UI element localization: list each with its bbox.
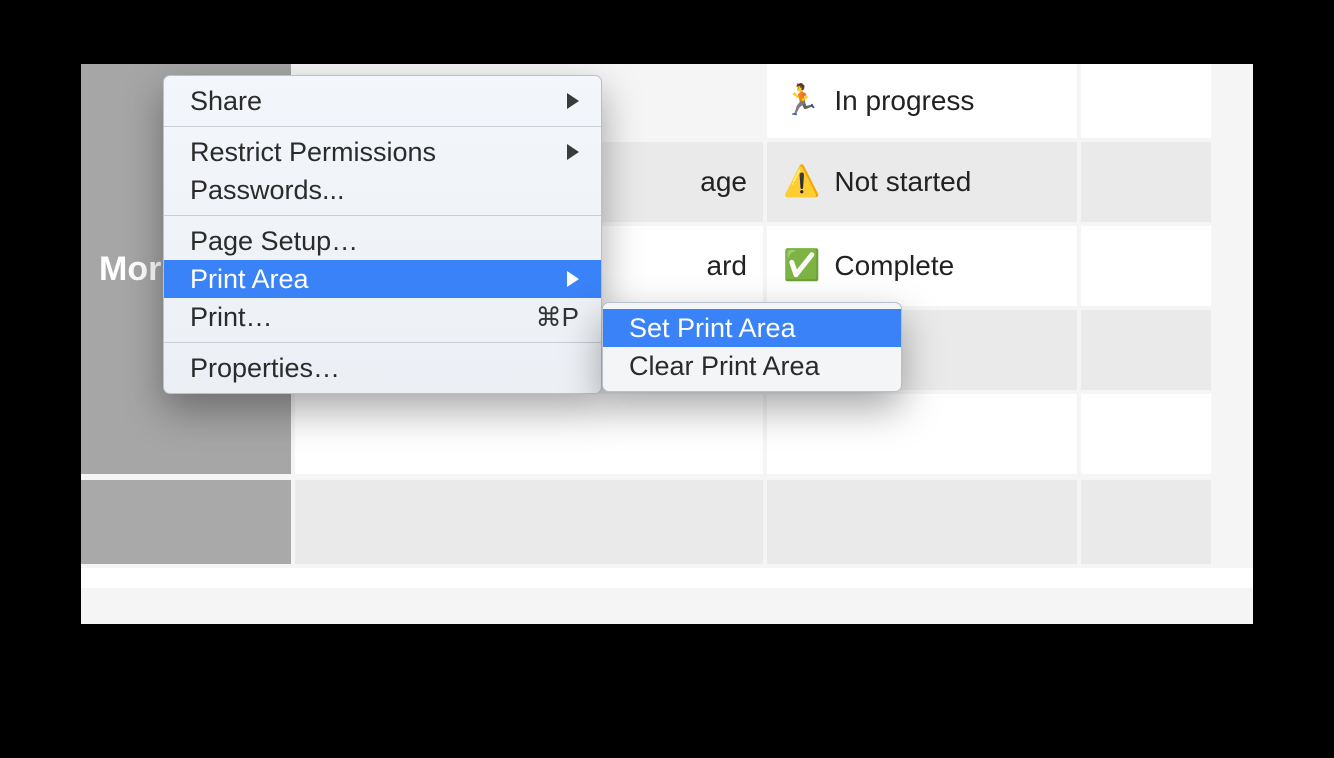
warning-icon: ⚠️: [783, 167, 820, 197]
menu-item-properties[interactable]: Properties…: [164, 349, 601, 387]
empty-cell[interactable]: [767, 480, 1077, 564]
status-cell[interactable]: ✅ Complete: [767, 226, 1077, 306]
menu-label: Clear Print Area: [629, 351, 879, 382]
menu-label: Set Print Area: [629, 313, 879, 344]
status-text: In progress: [834, 85, 974, 117]
menu-item-page-setup[interactable]: Page Setup…: [164, 222, 601, 260]
menu-label: Print Area: [190, 264, 553, 295]
menu-label: Share: [190, 86, 553, 117]
menu-item-print[interactable]: Print… ⌘P: [164, 298, 601, 336]
running-icon: 🏃: [783, 86, 820, 116]
cell-d[interactable]: [1081, 64, 1211, 138]
cell-d[interactable]: [1081, 142, 1211, 222]
status-text: Not started: [834, 166, 971, 198]
empty-cell[interactable]: [295, 480, 763, 564]
menu-separator: [164, 215, 601, 216]
status-cell[interactable]: ⚠️ Not started: [767, 142, 1077, 222]
status-cell[interactable]: 🏃 In progress: [767, 64, 1077, 138]
empty-cell[interactable]: [1081, 394, 1211, 474]
menu-label: Page Setup…: [190, 226, 579, 257]
empty-cell[interactable]: [1081, 480, 1211, 564]
menu-shortcut: ⌘P: [536, 302, 579, 333]
menu-item-clear-print-area[interactable]: Clear Print Area: [603, 347, 901, 385]
menu-label: Restrict Permissions: [190, 137, 553, 168]
row-header-empty: [81, 480, 291, 564]
menu-label: Print…: [190, 302, 522, 333]
menu-item-share[interactable]: Share: [164, 82, 601, 120]
menu-separator: [164, 342, 601, 343]
menu-separator: [164, 126, 601, 127]
empty-cell[interactable]: [295, 394, 763, 474]
submenu-arrow-icon: [567, 271, 579, 287]
status-text: Complete: [834, 250, 954, 282]
row-header-text: Mor: [99, 250, 161, 289]
menu-item-restrict-permissions[interactable]: Restrict Permissions: [164, 133, 601, 171]
submenu-arrow-icon: [567, 93, 579, 109]
menu-item-passwords[interactable]: Passwords...: [164, 171, 601, 209]
menu-item-set-print-area[interactable]: Set Print Area: [603, 309, 901, 347]
empty-cell[interactable]: [767, 394, 1077, 474]
task-text: age: [700, 166, 747, 198]
context-menu: Share Restrict Permissions Passwords... …: [163, 75, 602, 394]
menu-item-print-area[interactable]: Print Area: [164, 260, 601, 298]
check-icon: ✅: [783, 251, 820, 281]
empty-row: [81, 568, 1253, 588]
submenu-arrow-icon: [567, 144, 579, 160]
screenshot-frame: Mor 🏃 In progress age ⚠️ Not started ard…: [81, 64, 1253, 624]
print-area-submenu: Set Print Area Clear Print Area: [602, 302, 902, 392]
menu-label: Passwords...: [190, 175, 579, 206]
task-text: ard: [707, 250, 747, 282]
cell-d[interactable]: [1081, 310, 1211, 390]
cell-d[interactable]: [1081, 226, 1211, 306]
menu-label: Properties…: [190, 353, 579, 384]
